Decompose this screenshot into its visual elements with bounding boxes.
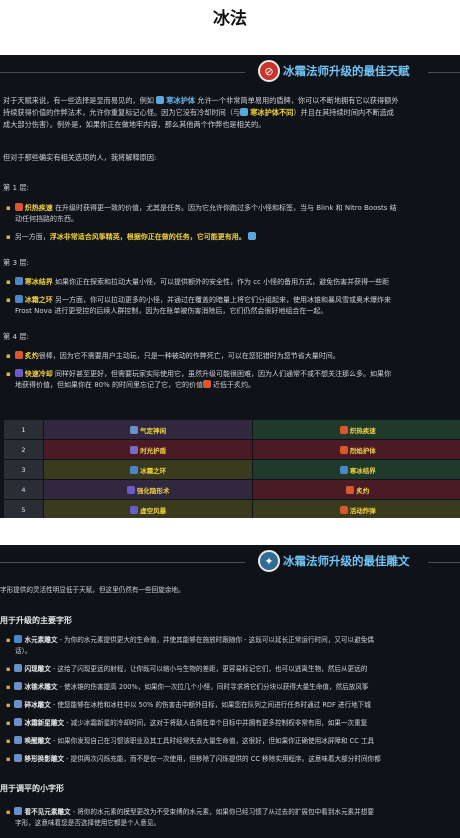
row-number: 2 — [3, 439, 44, 460]
table-row: 2 时光护盾 烈焰护体 — [3, 439, 460, 460]
glyphs-panel: ✦ 冰霜法师升级的最佳雕文 字形提供的灵活性明显低于天赋，但这里仍然有一些回旋余… — [0, 545, 460, 838]
tier3-bullet-1: ▪ 寒冰结界 如果你正在探索和拉动大量小怪，可以提供额外的安全性，作为 cc 小怪… — [6, 277, 390, 286]
row-number: 4 — [3, 479, 44, 500]
glyphs-header: ✦ 冰霜法师升级的最佳雕文 — [0, 545, 460, 579]
tier3-label: 第 3 层: — [3, 258, 29, 267]
tier3-bullet-2b: Frost Nova 进行更受控的后续人群控制，因为在账单被伤害消除后，它们仍然… — [15, 307, 328, 315]
minor-glyphs-heading: 用于调平的小字形 — [0, 784, 64, 793]
tier1-bullet-1b: 动任何挡路的东西。 — [15, 215, 78, 223]
list-item: ▪ 看不见元素雕文 - 将你的水元素的模型更改为不受束缚的水元素，如果你已经习惯了… — [6, 807, 374, 816]
talents-panel: ⊘ 冰霜法师升级的最佳天赋 对于天赋来说，有一些选择是显而易见的，例如 寒冰护体… — [0, 55, 460, 518]
list-item: ▪ 移形换影雕文 - 提供两次闪烁充能，而不是仅一次使用，但移除了闪烁提供的 CC… — [6, 754, 381, 763]
glyphs-title: 冰霜法师升级的最佳雕文 — [283, 554, 410, 568]
list-item: ▪ 冰锥术雕文 - 使冰锥的伤害提高 200%，如果你一次拉几个小怪，同时寻求将它… — [6, 682, 369, 691]
intro-line-1: 对于天赋来说，有一些选择是显而易见的，例如 寒冰护体 允许一个非常简单易用的盾牌… — [3, 96, 399, 105]
talents-title: 冰霜法师升级的最佳天赋 — [283, 64, 410, 78]
talent-comparison-table: 1 气定神闲 炽热疾速 2 时光护盾 烈焰护体 3 冰霜之环 寒冰结界 4 强化… — [3, 419, 460, 518]
list-item: 话）。 — [15, 647, 32, 655]
list-item: ▪ 冰霜新星雕文 - 减少冰霜新星的冷却时间，这对于将敌人击倒在单个目标中并拥有更… — [6, 718, 368, 727]
tier4-bullet-1: ▪ 炙灼很棒，因为它不需要用户主动玩，只是一种被动的作弊死亡，可以在您犯错时为您节… — [6, 351, 340, 360]
table-cell: 炙灼 — [252, 479, 460, 500]
list-item: ▪ 水元素雕文 - 为你的水元素提供更大的生命值，并使其能够在施放时跟随你 - 这… — [6, 635, 374, 644]
tier1-bullet-1: ▪ 炽热疾速 在升级时获得更一致的价值，尤其是任务。因为它允许你跑过多个小怪和标签… — [6, 203, 397, 212]
tier4-bullet-2b: 地获得价值，但如果你在 80% 的时间里忘记了它，它的价值 近低于炙灼。 — [15, 380, 256, 389]
list-item: ▪ 唤醒雕文 - 如果你发现自己在习惯该职业及其工具时经常失去大量生命值，这很好，… — [6, 736, 375, 745]
table-cell: 强化隐形术 — [42, 479, 254, 500]
tier3-bullet-2: ▪ 冰霜之环 另一方面，你可以拉动更多的小怪，并通过在覆盖的暗量上将它们分组起来，… — [6, 295, 391, 304]
table-cell: 时光护盾 — [42, 439, 254, 460]
glyphs-intro: 字形提供的灵活性明显低于天赋，但这里仍然有一些回旋余地。 — [0, 586, 185, 594]
tier4-label: 第 4 层: — [3, 332, 29, 341]
tier1-label: 第 1 层: — [3, 183, 29, 192]
table-cell: 虚空风暴 — [42, 499, 254, 518]
table-row: 5 虚空风暴 活动炸弹 — [3, 499, 460, 518]
table-cell: 冰霜之环 — [42, 459, 254, 480]
glyph-icon: ✦ — [258, 550, 280, 572]
intro-line-2: 持续获得价值的作弊法术，允许你重复标记心怪。因为它没有冷却时间（与 寒冰护体不同）… — [3, 108, 394, 117]
table-cell: 烈焰护体 — [252, 439, 460, 460]
list-item: ▪ 闪现雕文 - 这给了闪现更远的射程，让你既可以缩小与生物的差距，更容易标记它们… — [6, 664, 368, 673]
row-number: 1 — [3, 419, 44, 440]
list-item: ▪ 碎冰雕文 - 使您能够在冰枪和冰柱中以 50% 的伤害击中额外目标，如果您在队… — [6, 700, 371, 709]
page-title: 冰法 — [213, 9, 247, 29]
row-number: 5 — [3, 499, 44, 518]
major-glyphs-heading: 用于升级的主要字形 — [0, 616, 72, 625]
explain-text: 但对于那些确实有相关选项的人，我将解释原因: — [3, 153, 157, 162]
row-number: 3 — [3, 459, 44, 480]
table-cell: 寒冰结界 — [252, 459, 460, 480]
table-row: 4 强化隐形术 炙灼 — [3, 479, 460, 500]
tier1-bullet-2: ▪ 另一方面，浮冰非常适合风筝精英，根据你正在做的任务，它可能更有用。 — [6, 232, 258, 243]
intro-line-3: 成大部分伤害）。例外是，如果你正在做地牢内容，那么其他两个作弊也是相关的。 — [3, 120, 266, 129]
list-item: 字形，这意味着您是否选择使用它都是个人意见。 — [15, 819, 161, 827]
talents-header: ⊘ 冰霜法师升级的最佳天赋 — [0, 55, 460, 89]
table-cell: 气定神闲 — [42, 419, 254, 440]
no-sign-icon: ⊘ — [258, 60, 280, 82]
tier4-bullet-2: ▪ 快速冷却 同样好甚至更好，但需要玩家实际使用它，虽然升级可能很困难，因为人们通… — [6, 369, 391, 378]
table-row: 3 冰霜之环 寒冰结界 — [3, 459, 460, 480]
table-cell: 活动炸弹 — [252, 499, 460, 518]
table-cell: 炽热疾速 — [252, 419, 460, 440]
table-row: 1 气定神闲 炽热疾速 — [3, 419, 460, 440]
